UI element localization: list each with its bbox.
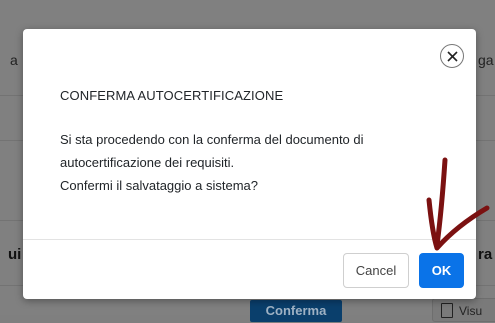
- dialog-message-line: Confermi il salvataggio a sistema?: [60, 178, 258, 193]
- background-view-button: Visu: [432, 298, 495, 322]
- background-text-left: a: [10, 52, 18, 68]
- background-text-right: ga: [478, 52, 494, 68]
- dialog-message-line: Si sta procedendo con la conferma del do…: [60, 132, 364, 147]
- dialog-title: CONFERMA AUTOCERTIFICAZIONE: [60, 88, 284, 103]
- cancel-button[interactable]: Cancel: [343, 253, 409, 288]
- background-heading-left: ui: [8, 246, 22, 263]
- background-confirm-button: Conferma: [250, 300, 342, 322]
- annotation-arrow-icon: [426, 157, 490, 251]
- document-icon: [441, 303, 453, 318]
- dialog-message-line: autocertificazione dei requisiti.: [60, 155, 235, 170]
- close-icon: [447, 51, 458, 62]
- close-button[interactable]: [440, 44, 464, 68]
- dialog-footer-divider: [23, 239, 476, 240]
- dialog-message: Si sta procedendo con la conferma del do…: [60, 128, 400, 197]
- background-view-label: Visu: [459, 304, 483, 318]
